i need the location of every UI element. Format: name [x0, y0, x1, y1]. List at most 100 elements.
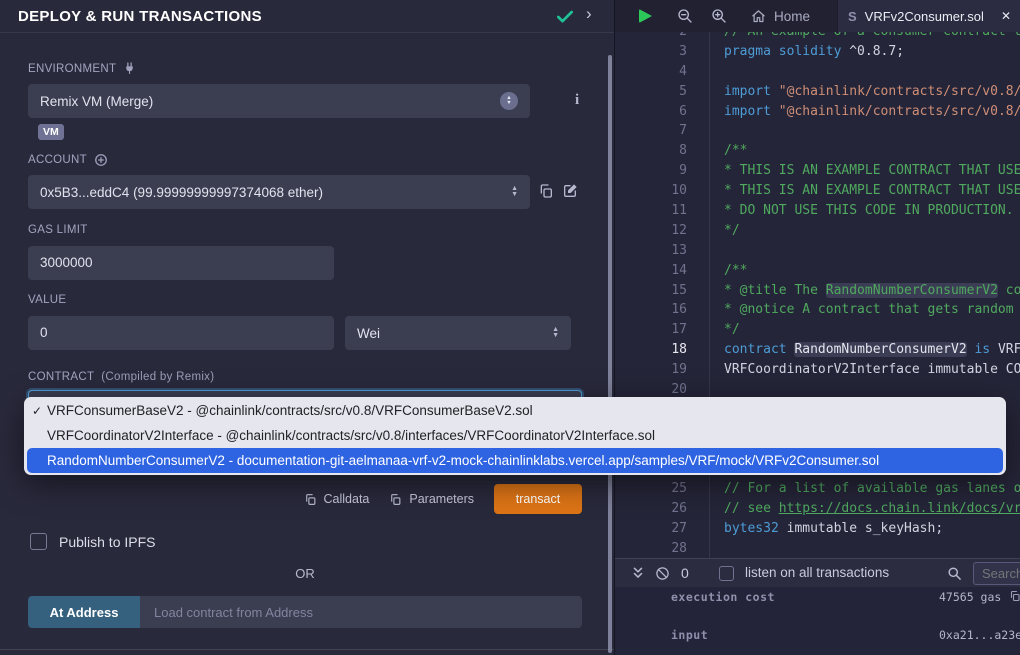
code-line[interactable]: 3pragma solidity ^0.8.7;: [615, 42, 1020, 62]
code-line[interactable]: 18contract RandomNumberConsumerV2 is VRF…: [615, 340, 1020, 360]
option-label: RandomNumberConsumerV2 - documentation-g…: [47, 453, 879, 468]
sign-message-icon[interactable]: [562, 183, 578, 199]
code-line[interactable]: 7: [615, 121, 1020, 141]
code-line[interactable]: 25 // For a list of available gas lanes …: [615, 479, 1020, 499]
copy-value-icon[interactable]: [1009, 590, 1020, 602]
select-arrows-icon: ▲▼: [511, 186, 518, 199]
plug-icon: [123, 62, 136, 75]
code-line[interactable]: 5import "@chainlink/contracts/src/v0.8/i…: [615, 82, 1020, 102]
code-line[interactable]: 27 bytes32 immutable s_keyHash;: [615, 519, 1020, 539]
terminal-row-value: 47565 gas: [939, 590, 1001, 604]
code-line[interactable]: 19 VRFCoordinatorV2Interface immutable C…: [615, 360, 1020, 380]
line-number: 8: [615, 141, 687, 161]
editor-gutter-divider: [709, 32, 710, 558]
code-line[interactable]: 26 // see https://docs.chain.link/docs/v…: [615, 499, 1020, 519]
code-text: * DO NOT USE THIS CODE IN PRODUCTION.: [687, 201, 1014, 221]
line-number: 7: [615, 121, 687, 141]
account-label: ACCOUNT: [28, 153, 108, 167]
parameters-button[interactable]: Parameters: [389, 492, 474, 506]
code-text: [687, 241, 724, 261]
close-tab-icon[interactable]: ✕: [1001, 9, 1011, 23]
transact-button[interactable]: transact: [494, 484, 582, 514]
line-number: 26: [615, 499, 687, 519]
code-line[interactable]: 9 * THIS IS AN EXAMPLE CONTRACT THAT USE…: [615, 161, 1020, 181]
code-text: [687, 62, 724, 82]
terminal-row: execution cost 47565 gas: [671, 590, 1020, 604]
terminal-search-input[interactable]: [973, 562, 1020, 585]
code-line[interactable]: 12 */: [615, 221, 1020, 241]
value-unit-select[interactable]: Wei ▲▼: [345, 316, 571, 350]
code-line[interactable]: 16 * @notice A contract that gets random…: [615, 300, 1020, 320]
at-address-button[interactable]: At Address: [28, 596, 140, 628]
collapse-panel-chevron-icon[interactable]: ›: [586, 4, 592, 24]
code-text: contract RandomNumberConsumerV2 is VRFCo…: [687, 340, 1020, 360]
line-number: 10: [615, 181, 687, 201]
line-number: 3: [615, 42, 687, 62]
code-text: [687, 539, 724, 559]
code-text: * THIS IS AN EXAMPLE CONTRACT THAT USES …: [687, 161, 1020, 181]
line-number: 27: [615, 519, 687, 539]
expand-terminal-icon[interactable]: [631, 566, 645, 580]
environment-info-icon[interactable]: i: [575, 92, 579, 109]
select-arrows-icon: ▲▼: [500, 92, 518, 110]
environment-select[interactable]: Remix VM (Merge) ▲▼: [28, 84, 530, 118]
tab-vrfv2consumer[interactable]: S VRFv2Consumer.sol ✕: [837, 0, 1020, 32]
line-number: 4: [615, 62, 687, 82]
copy-account-icon[interactable]: [538, 183, 554, 199]
gas-limit-input[interactable]: [28, 246, 334, 280]
editor-panel: 2// An example of a consumer contract th…: [614, 0, 1020, 655]
contract-option[interactable]: ✓VRFConsumerBaseV2 - @chainlink/contract…: [24, 398, 1006, 423]
or-separator: OR: [28, 566, 582, 581]
run-script-icon[interactable]: [639, 9, 652, 23]
value-input[interactable]: [28, 316, 334, 350]
line-number: 17: [615, 320, 687, 340]
line-number: 19: [615, 360, 687, 380]
code-line[interactable]: 11 * DO NOT USE THIS CODE IN PRODUCTION.: [615, 201, 1020, 221]
add-account-icon[interactable]: [94, 153, 108, 167]
select-arrows-icon: ▲▼: [552, 327, 559, 340]
terminal-row-value: 0xa21...a23e4: [939, 628, 1020, 642]
code-line[interactable]: 6import "@chainlink/contracts/src/v0.8/V…: [615, 102, 1020, 122]
publish-ipfs-checkbox[interactable]: [30, 533, 47, 550]
tab-home[interactable]: Home: [745, 0, 816, 32]
line-number: 12: [615, 221, 687, 241]
code-text: import "@chainlink/contracts/src/v0.8/VR…: [687, 102, 1020, 122]
code-editor[interactable]: 2// An example of a consumer contract th…: [615, 22, 1020, 559]
code-line[interactable]: 4: [615, 62, 1020, 82]
option-check-icon: ✓: [32, 404, 47, 418]
copy-parameters-icon[interactable]: [389, 493, 402, 506]
terminal-row-label: execution cost: [671, 590, 775, 604]
code-text: * @title The RandomNumberConsumerV2 cont…: [687, 281, 1020, 301]
clear-console-icon[interactable]: [655, 566, 670, 581]
zoom-out-icon[interactable]: [677, 8, 693, 24]
copy-calldata-icon[interactable]: [304, 493, 317, 506]
code-text: /**: [687, 261, 747, 281]
code-line[interactable]: 17 */: [615, 320, 1020, 340]
panel-scrollbar[interactable]: [608, 55, 612, 653]
account-select[interactable]: 0x5B3...eddC4 (99.99999999997374068 ethe…: [28, 175, 530, 209]
contract-sublabel: (Compiled by Remix): [101, 371, 214, 383]
contract-option[interactable]: VRFCoordinatorV2Interface - @chainlink/c…: [24, 423, 1006, 448]
line-number: 9: [615, 161, 687, 181]
option-label: VRFConsumerBaseV2 - @chainlink/contracts…: [47, 403, 533, 418]
calldata-button[interactable]: Calldata: [304, 492, 370, 506]
code-line[interactable]: 8/**: [615, 141, 1020, 161]
pending-tx-count: 0: [681, 565, 689, 581]
code-line[interactable]: 13: [615, 241, 1020, 261]
value-label: VALUE: [28, 294, 66, 306]
code-line[interactable]: 14/**: [615, 261, 1020, 281]
at-address-input[interactable]: [140, 596, 582, 628]
contract-dropdown-menu: ✓VRFConsumerBaseV2 - @chainlink/contract…: [24, 397, 1006, 475]
compile-success-check-icon: [555, 7, 575, 27]
remix-ide-window: DEPLOY & RUN TRANSACTIONS › ENVIRONMENT …: [0, 0, 1020, 655]
listen-transactions-checkbox[interactable]: [719, 566, 734, 581]
code-line[interactable]: 10 * THIS IS AN EXAMPLE CONTRACT THAT US…: [615, 181, 1020, 201]
code-text: import "@chainlink/contracts/src/v0.8/in…: [687, 82, 1020, 102]
zoom-in-icon[interactable]: [711, 8, 727, 24]
line-number: 14: [615, 261, 687, 281]
code-text: */: [687, 221, 740, 241]
contract-option[interactable]: RandomNumberConsumerV2 - documentation-g…: [27, 448, 1003, 473]
code-line[interactable]: 15 * @title The RandomNumberConsumerV2 c…: [615, 281, 1020, 301]
home-icon: [751, 9, 766, 24]
code-line[interactable]: 28: [615, 539, 1020, 559]
